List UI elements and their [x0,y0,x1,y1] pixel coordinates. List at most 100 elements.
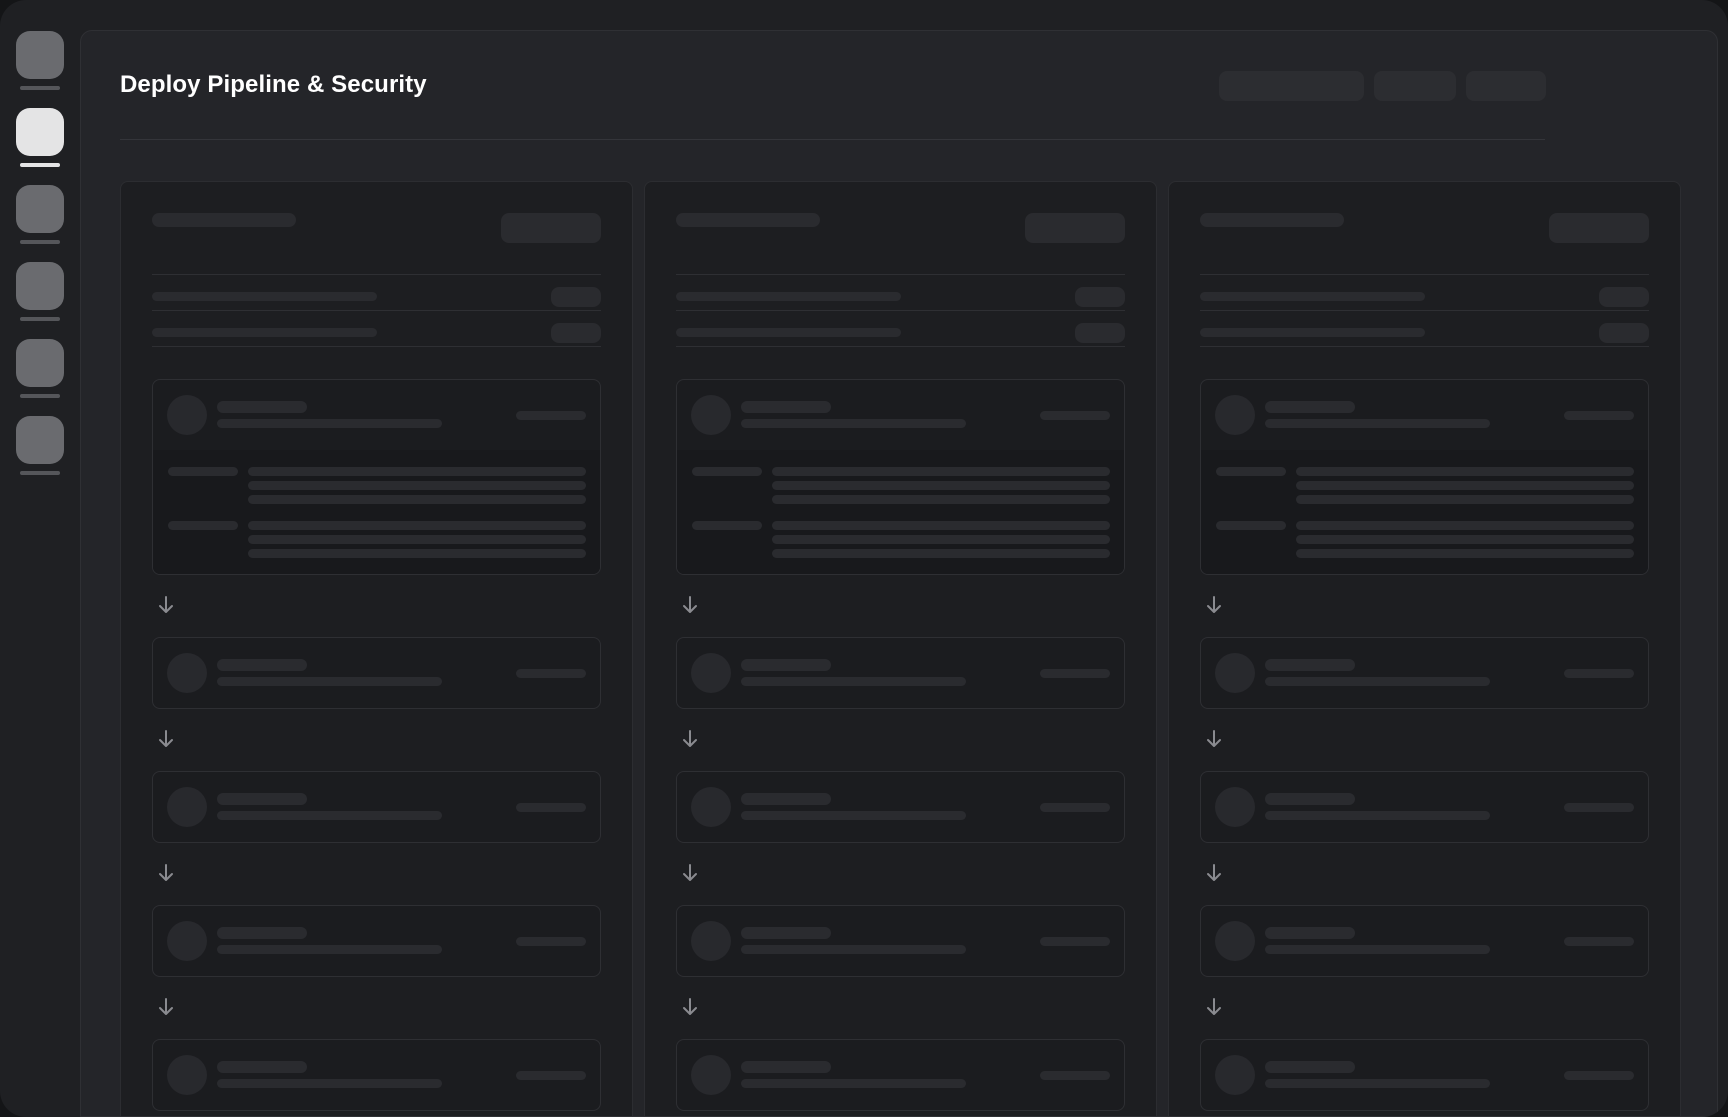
stage-title-skeleton [217,401,307,413]
meta-row-value-skeleton [1599,287,1649,307]
stage-card[interactable] [676,1039,1125,1111]
sidebar [16,31,64,493]
column-action-button[interactable] [501,213,601,243]
arrow-down-icon [155,996,177,1018]
detail-label-skeleton [168,521,238,530]
stage-card[interactable] [676,771,1125,843]
detail-value-skeleton [772,481,1110,490]
header-action-2-button[interactable] [1374,71,1456,101]
stage-subtitle-skeleton [741,945,966,954]
detail-value-skeleton [248,535,586,544]
stage-avatar [1215,787,1255,827]
stage-card[interactable] [676,637,1125,709]
pipeline-column-3 [1168,181,1681,1116]
stage-card[interactable] [676,905,1125,977]
divider [1200,346,1649,347]
app-tile-icon [16,31,64,79]
detail-value-skeleton [248,495,586,504]
app-tile-icon [16,185,64,233]
stage-title-skeleton [741,401,831,413]
stage-card-expanded[interactable] [152,379,601,575]
stage-avatar [691,921,731,961]
detail-value-skeleton [772,549,1110,558]
stage-avatar [167,1055,207,1095]
sidebar-nav-item-1[interactable] [16,31,64,108]
stage-avatar [1215,395,1255,435]
stage-avatar [167,787,207,827]
stage-card-expanded[interactable] [1200,379,1649,575]
stage-avatar [167,653,207,693]
stage-card[interactable] [152,1039,601,1111]
stage-status-skeleton [1040,1071,1110,1080]
meta-row-label-skeleton [676,328,901,337]
stage-subtitle-skeleton [217,945,442,954]
divider [676,346,1125,347]
arrow-down-icon [1203,996,1225,1018]
meta-row-label-skeleton [1200,292,1425,301]
header-divider [120,139,1545,140]
stage-card[interactable] [152,771,601,843]
stage-status-skeleton [1564,669,1634,678]
stage-title-skeleton [1265,1061,1355,1073]
sidebar-nav-item-3[interactable] [16,185,64,262]
column-title-skeleton [152,213,296,227]
stage-avatar [1215,1055,1255,1095]
header-action-3-button[interactable] [1466,71,1546,101]
stage-title-skeleton [1265,659,1355,671]
nav-indicator [20,86,60,90]
stage-subtitle-skeleton [217,677,442,686]
meta-row-value-skeleton [1075,287,1125,307]
divider [152,274,601,275]
header-action-1-button[interactable] [1219,71,1364,101]
stage-subtitle-skeleton [1265,945,1490,954]
stage-status-skeleton [1040,411,1110,420]
stage-title-skeleton [1265,793,1355,805]
stage-title-skeleton [217,793,307,805]
stage-card[interactable] [1200,771,1649,843]
arrow-down-icon [1203,862,1225,884]
detail-value-skeleton [1296,495,1634,504]
stage-card[interactable] [1200,637,1649,709]
stage-subtitle-skeleton [217,419,442,428]
stage-title-skeleton [217,659,307,671]
detail-label-skeleton [1216,467,1286,476]
stage-card[interactable] [152,637,601,709]
stage-card[interactable] [1200,905,1649,977]
page-title: Deploy Pipeline & Security [120,71,427,98]
stage-avatar [691,653,731,693]
stage-card-expanded[interactable] [676,379,1125,575]
meta-row-value-skeleton [551,287,601,307]
column-action-button[interactable] [1025,213,1125,243]
sidebar-nav-item-2[interactable] [16,108,64,185]
divider [152,346,601,347]
stage-card[interactable] [1200,1039,1649,1111]
meta-row-label-skeleton [1200,328,1425,337]
detail-label-skeleton [692,467,762,476]
detail-value-skeleton [772,467,1110,476]
stage-status-skeleton [1564,803,1634,812]
column-action-button[interactable] [1549,213,1649,243]
stage-status-skeleton [516,803,586,812]
arrow-down-icon [1203,728,1225,750]
sidebar-nav-item-4[interactable] [16,262,64,339]
detail-value-skeleton [1296,521,1634,530]
stage-status-skeleton [516,411,586,420]
stage-subtitle-skeleton [741,811,966,820]
stage-avatar [167,921,207,961]
nav-indicator [20,317,60,321]
divider [1200,274,1649,275]
stage-subtitle-skeleton [1265,419,1490,428]
stage-title-skeleton [741,793,831,805]
app-tile-icon [16,108,64,156]
stage-card[interactable] [152,905,601,977]
detail-value-skeleton [772,495,1110,504]
stage-avatar [691,1055,731,1095]
detail-value-skeleton [1296,535,1634,544]
stage-subtitle-skeleton [1265,677,1490,686]
divider [1200,310,1649,311]
stage-avatar [691,787,731,827]
stage-status-skeleton [1040,937,1110,946]
sidebar-nav-item-6[interactable] [16,416,64,493]
detail-label-skeleton [1216,521,1286,530]
sidebar-nav-item-5[interactable] [16,339,64,416]
